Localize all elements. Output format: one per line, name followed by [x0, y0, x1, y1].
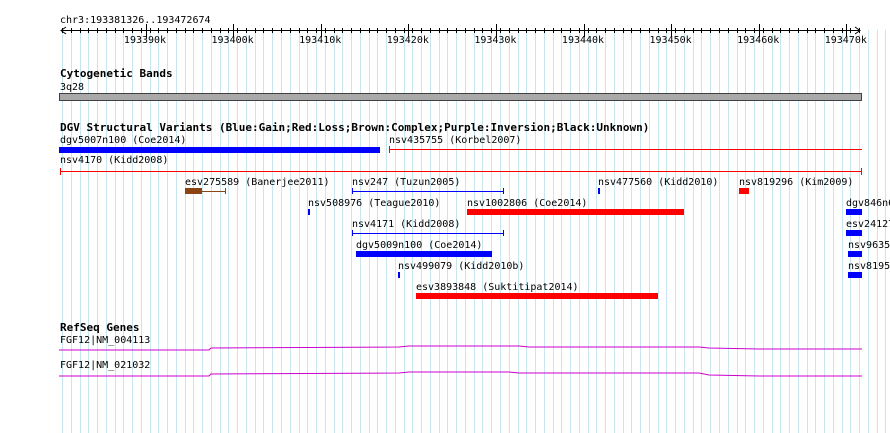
variant-label[interactable]: dgv846n6: [846, 198, 890, 209]
variant-gain-bar[interactable]: [848, 272, 862, 278]
cytoband-title: Cytogenetic Bands: [60, 67, 173, 80]
variant-gain-tick: [352, 188, 353, 194]
variant-gain-bar[interactable]: [59, 147, 380, 153]
variant-gain-bar[interactable]: [846, 209, 862, 215]
variant-loss-tick: [60, 168, 61, 175]
variant-gain-tick: [503, 230, 504, 236]
gene-intron-line: [59, 345, 862, 351]
gene-intron-line: [59, 371, 862, 377]
dgv-track: DGV Structural Variants (Blue:Gain;Red:L…: [0, 120, 890, 310]
variant-label[interactable]: nsv508976 (Teague2010): [308, 198, 440, 209]
variant-label[interactable]: esv3893848 (Suktitipat2014): [416, 282, 579, 293]
variant-gain-bar[interactable]: [308, 209, 310, 215]
variant-gain-bar[interactable]: [846, 230, 862, 236]
variant-complex-tick: [225, 188, 226, 194]
variant-loss-bar[interactable]: [739, 188, 749, 194]
variant-label[interactable]: nsv499079 (Kidd2010b): [398, 261, 524, 272]
variant-label[interactable]: nsv819296 (Kim2009): [739, 177, 853, 188]
variant-label[interactable]: nsv4171 (Kidd2008): [352, 219, 460, 230]
variant-label[interactable]: dgv5009n100 (Coe2014): [356, 240, 482, 251]
cytoband-label: 3q28: [60, 82, 85, 93]
refseq-track: RefSeq Genes FGF12|NM_004113 FGF12|NM_02…: [0, 320, 890, 390]
variant-loss-bar[interactable]: [467, 209, 684, 215]
variant-label[interactable]: nsv1002806 (Coe2014): [467, 198, 587, 209]
variant-loss-line[interactable]: [389, 149, 862, 150]
variant-loss-bar[interactable]: [416, 293, 658, 299]
ruler-track: chr3:193381326..193472674 193390k 193400k…: [0, 0, 890, 60]
ruler-axis: [60, 24, 861, 37]
variant-label[interactable]: esv24127: [846, 219, 890, 230]
cytoband-bar[interactable]: [59, 93, 862, 101]
variant-gain-tick: [503, 188, 504, 194]
variant-label[interactable]: nsv477560 (Kidd2010): [598, 177, 718, 188]
variant-gain-bar[interactable]: [848, 251, 862, 257]
dgv-title: DGV Structural Variants (Blue:Gain;Red:L…: [60, 121, 650, 134]
variant-loss-tick: [861, 168, 862, 175]
variant-loss-line[interactable]: [60, 171, 862, 172]
variant-loss-tick: [389, 146, 390, 153]
variant-gain-line[interactable]: [352, 191, 504, 192]
variant-label[interactable]: nsv4170 (Kidd2008): [60, 155, 168, 166]
gene-model[interactable]: [59, 369, 862, 379]
variant-complex-bar[interactable]: [185, 188, 202, 194]
refseq-title: RefSeq Genes: [60, 321, 140, 334]
variant-gain-line[interactable]: [352, 233, 504, 234]
variant-label[interactable]: dgv5007n100 (Coe2014): [60, 135, 186, 146]
variant-gain-bar[interactable]: [398, 272, 400, 278]
variant-label[interactable]: nsv8195: [848, 261, 890, 272]
variant-label[interactable]: esv275589 (Banerjee2011): [185, 177, 330, 188]
cytoband-track: Cytogenetic Bands 3q28: [0, 66, 890, 106]
variant-complex-line: [202, 191, 226, 192]
variant-gain-bar[interactable]: [356, 251, 492, 257]
variant-gain-bar[interactable]: [598, 188, 600, 194]
variant-label[interactable]: nsv9635: [848, 240, 890, 251]
variant-label[interactable]: nsv435755 (Korbel2007): [389, 135, 521, 146]
variant-label[interactable]: nsv247 (Tuzun2005): [352, 177, 460, 188]
variant-gain-tick: [352, 230, 353, 236]
gene-model[interactable]: [59, 344, 862, 352]
